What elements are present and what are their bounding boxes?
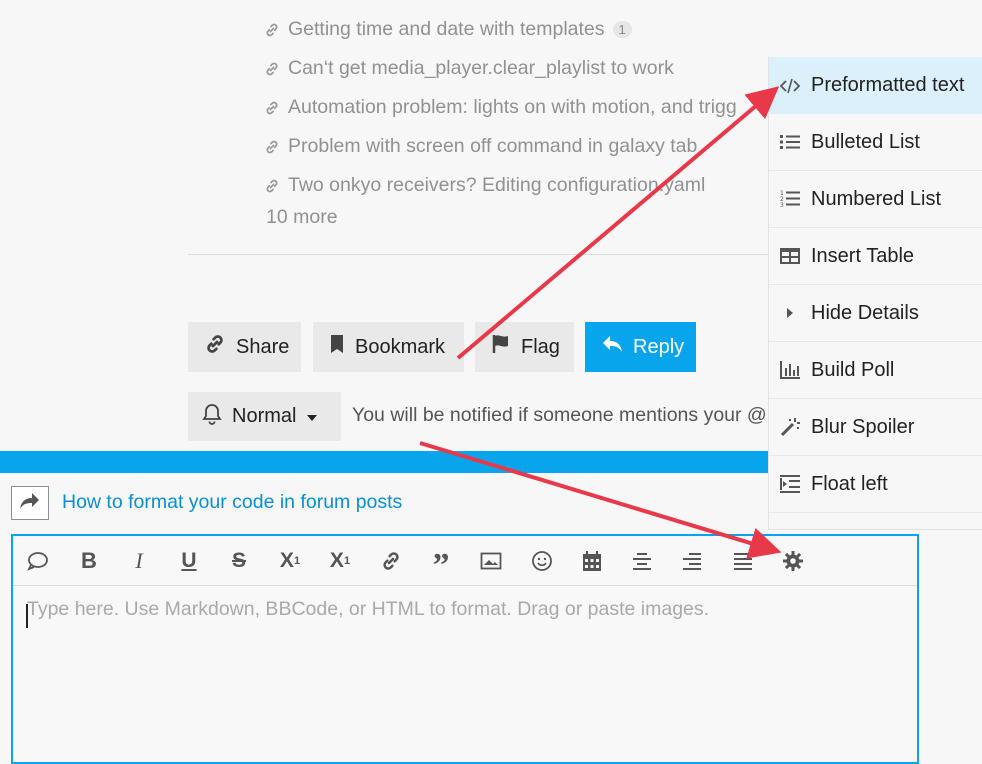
numbered-list-icon: 123	[779, 190, 801, 208]
image-icon[interactable]	[476, 546, 506, 576]
related-topic-link[interactable]: Automation problem: lights on with motio…	[264, 88, 784, 127]
italic-icon[interactable]: I	[124, 546, 154, 576]
notification-description: You will be notified if someone mentions…	[352, 404, 768, 426]
calendar-icon[interactable]	[577, 546, 607, 576]
related-topic-link[interactable]: Problem with screen off command in galax…	[264, 127, 784, 166]
svg-text:3: 3	[780, 202, 784, 208]
notification-level: Normal	[232, 405, 297, 427]
share-label: Share	[236, 335, 290, 358]
reply-arrow-icon	[601, 334, 623, 360]
reply-label: Reply	[633, 335, 685, 358]
options-menu: Preformatted text Bulleted List 123 Numb…	[768, 57, 982, 530]
bullet-list-icon	[779, 134, 801, 150]
menu-item-label: Numbered List	[811, 187, 942, 210]
code-icon	[779, 78, 801, 94]
table-icon	[779, 248, 801, 264]
menu-item-preformatted-text[interactable]: Preformatted text	[769, 57, 982, 114]
flag-label: Flag	[521, 335, 560, 358]
reply-button[interactable]: Reply	[585, 322, 696, 372]
emoji-icon[interactable]	[527, 546, 557, 576]
more-topics-link[interactable]: 10 more	[266, 206, 338, 229]
gear-icon[interactable]	[778, 546, 808, 576]
link-icon	[264, 61, 288, 77]
flag-button[interactable]: Flag	[475, 322, 574, 372]
strikethrough-icon[interactable]: S	[224, 546, 254, 576]
quote-icon[interactable]	[23, 546, 53, 576]
menu-item-label: Insert Table	[811, 244, 915, 267]
subscript-icon[interactable]: X1	[325, 546, 355, 576]
divider	[188, 254, 768, 255]
related-topics-list: Getting time and date with templates 1 C…	[264, 10, 784, 205]
related-topic-link[interactable]: Can‘t get media_player.clear_playlist to…	[264, 49, 784, 88]
menu-item-label: Preformatted text	[811, 74, 965, 96]
menu-item-blur-spoiler[interactable]: Blur Spoiler	[769, 399, 982, 456]
menu-item-build-poll[interactable]: Build Poll	[769, 342, 982, 399]
menu-item-bulleted-list[interactable]: Bulleted List	[769, 114, 982, 171]
menu-item-label: Float left	[811, 472, 888, 495]
link-icon	[264, 139, 288, 155]
reply-count-badge: 1	[612, 21, 632, 38]
menu-item-label: Blur Spoiler	[811, 415, 915, 438]
related-topic-link[interactable]: Getting time and date with templates 1	[264, 10, 784, 49]
menu-item-numbered-list[interactable]: 123 Numbered List	[769, 171, 982, 228]
notification-level-dropdown[interactable]: Normal	[188, 392, 341, 441]
align-right-icon[interactable]	[677, 546, 707, 576]
poll-icon	[779, 361, 801, 379]
link-icon	[264, 100, 288, 116]
reply-action-button[interactable]	[11, 486, 49, 520]
share-button[interactable]: Share	[188, 322, 301, 372]
related-topic-title: Can‘t get media_player.clear_playlist to…	[288, 57, 674, 79]
bell-icon	[202, 403, 222, 431]
editor-toolbar: B I U S X1 X1 ”	[13, 536, 917, 586]
menu-item-float-left[interactable]: Float left	[769, 456, 982, 513]
bookmark-icon	[329, 334, 345, 360]
justify-icon[interactable]	[728, 546, 758, 576]
blockquote-icon[interactable]: ”	[426, 546, 456, 583]
related-topic-link[interactable]: Two onkyo receivers? Editing configurati…	[264, 166, 784, 205]
link-icon	[264, 22, 288, 38]
menu-item-label: Bulleted List	[811, 130, 920, 153]
related-topic-title: Two onkyo receivers? Editing configurati…	[288, 174, 706, 196]
menu-item-label: Build Poll	[811, 358, 895, 381]
magic-wand-icon	[779, 417, 801, 437]
composer-textarea[interactable]	[27, 598, 887, 748]
flag-icon	[491, 334, 511, 360]
related-topic-title: Getting time and date with templates	[288, 18, 605, 40]
reply-topic-link[interactable]: How to format your code in forum posts	[62, 491, 402, 514]
link-icon	[204, 333, 226, 361]
underline-icon[interactable]: U	[174, 546, 204, 576]
superscript-icon[interactable]: X1	[275, 546, 305, 576]
bookmark-label: Bookmark	[355, 335, 446, 358]
align-center-icon[interactable]	[627, 546, 657, 576]
bold-icon[interactable]: B	[74, 546, 104, 576]
caret-down-icon	[306, 405, 318, 428]
link-icon	[264, 178, 288, 194]
bookmark-button[interactable]: Bookmark	[313, 322, 464, 372]
related-topic-title: Problem with screen off command in galax…	[288, 135, 698, 157]
link-icon[interactable]	[376, 546, 406, 576]
caret-right-icon	[779, 307, 801, 319]
menu-item-insert-table[interactable]: Insert Table	[769, 228, 982, 285]
share-arrow-icon	[19, 491, 41, 516]
indent-icon	[779, 475, 801, 493]
related-topic-title: Automation problem: lights on with motio…	[288, 96, 737, 118]
menu-item-hide-details[interactable]: Hide Details	[769, 285, 982, 342]
composer-editor: B I U S X1 X1 ”	[11, 534, 919, 764]
menu-item-label: Hide Details	[811, 301, 919, 324]
